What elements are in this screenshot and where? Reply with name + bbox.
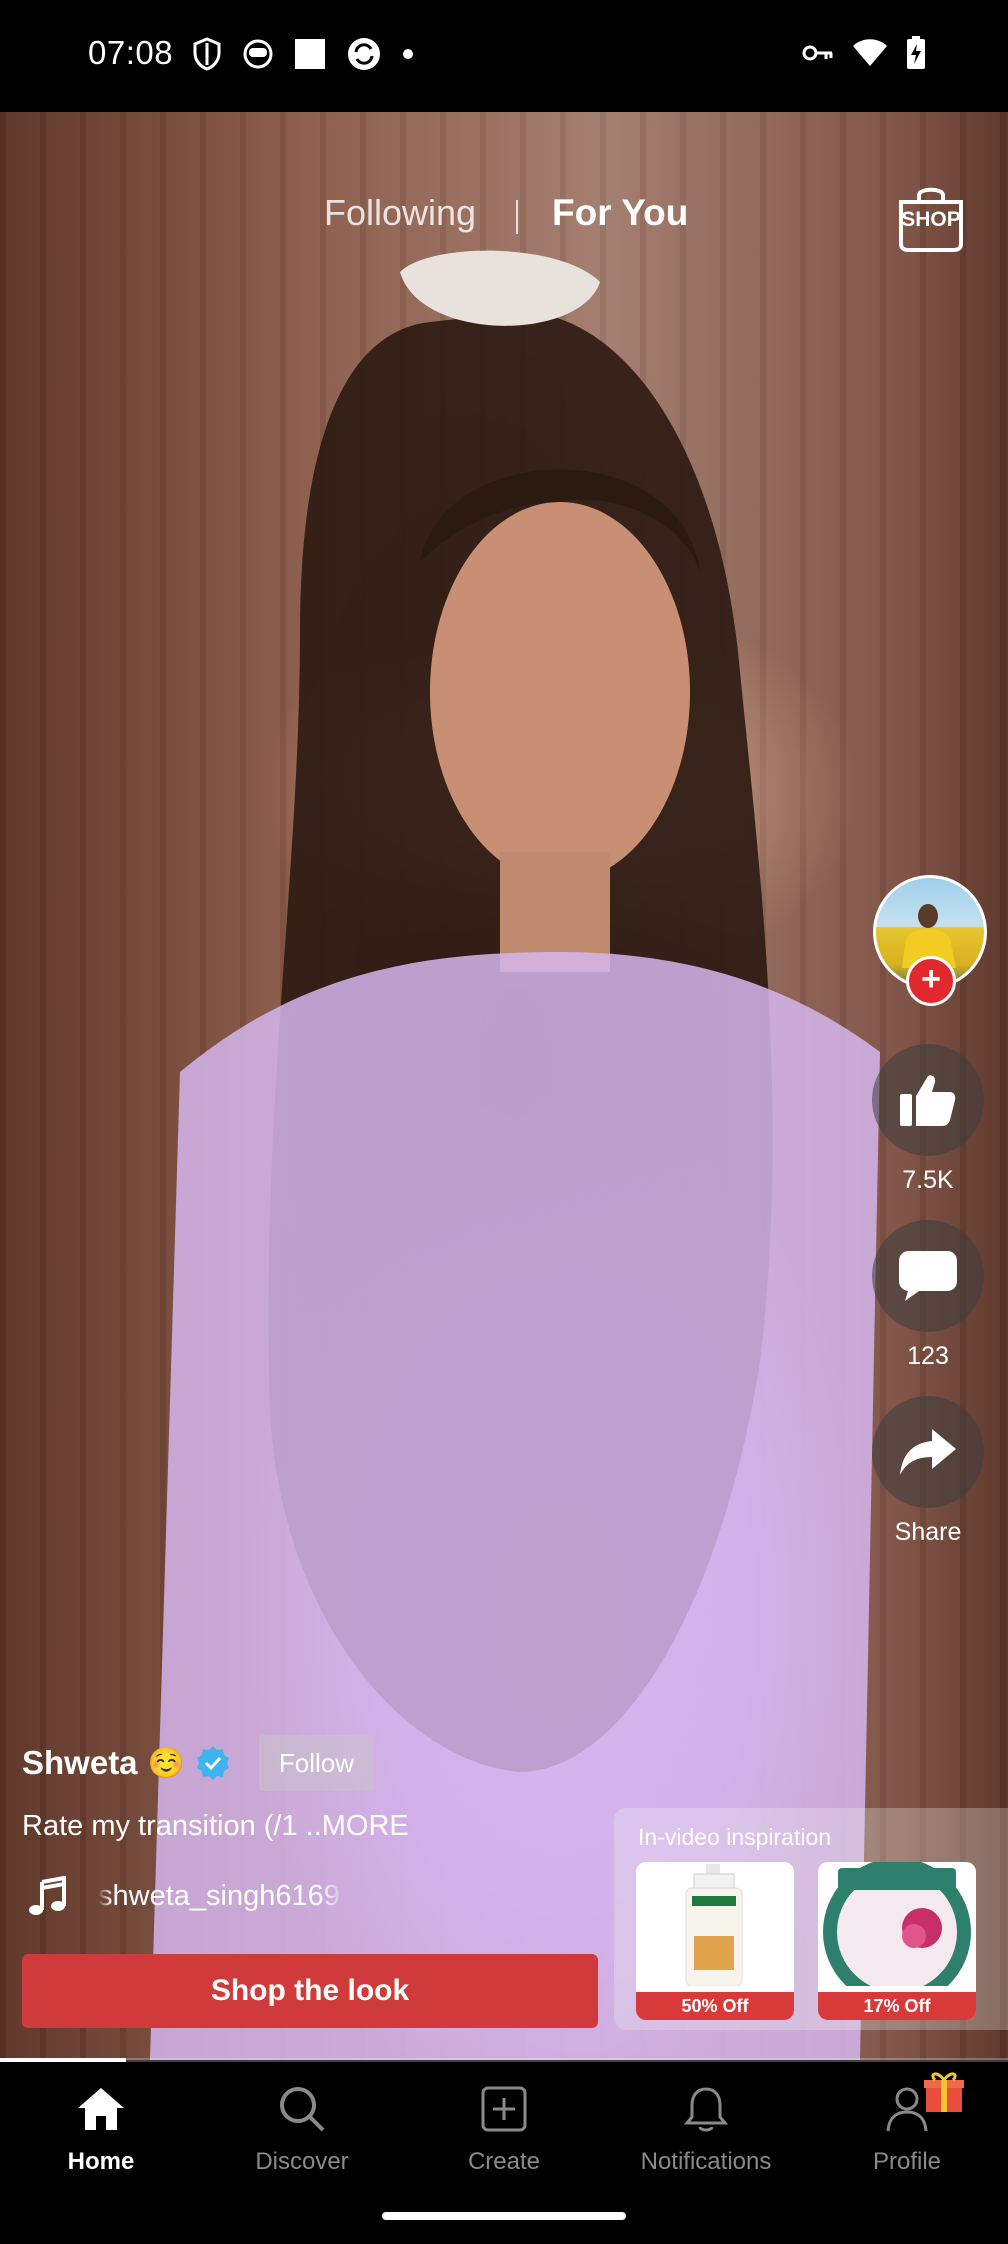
tab-following[interactable]: Following <box>324 192 476 234</box>
home-icon <box>78 2088 124 2130</box>
nav-create[interactable]: Create <box>424 2080 584 2176</box>
feed-tabs: Following For You <box>0 190 1008 250</box>
nav-notifications-label: Notifications <box>640 2148 772 2175</box>
status-time: 07:08 <box>88 34 174 71</box>
nav-profile-label: Profile <box>872 2148 942 2175</box>
sync-icon <box>348 38 380 70</box>
bell-icon <box>684 2087 728 2132</box>
product-discount-badge: 17% Off <box>818 1992 976 2020</box>
inspiration-title: In-video inspiration <box>638 1824 832 1850</box>
nav-profile[interactable]: Profile <box>827 2072 987 2176</box>
comment-button[interactable] <box>872 1220 984 1332</box>
music-title: shweta_singh6169 <box>98 1879 340 1912</box>
key-icon <box>802 45 833 61</box>
tab-for-you[interactable]: For You <box>552 192 688 234</box>
follow-plus-button[interactable]: + <box>906 956 956 1006</box>
music-note-icon <box>29 1876 66 1915</box>
nav-notifications[interactable]: Notifications <box>626 2080 786 2176</box>
video-caption[interactable]: Rate my transition (/1 ..MORE <box>22 1810 409 1843</box>
product-image-face-gel <box>823 1862 971 1986</box>
wifi-icon <box>853 39 887 66</box>
like-count: 7.5K <box>902 1166 954 1194</box>
face-icon <box>243 39 273 69</box>
thumbs-up-icon <box>900 1075 956 1126</box>
status-left-icons <box>192 36 414 72</box>
nav-discover-label: Discover <box>255 2148 349 2175</box>
shop-button[interactable]: SHOP <box>896 182 966 254</box>
product-card-1[interactable]: 50% Off <box>636 1862 794 2020</box>
comment-count: 123 <box>907 1342 949 1370</box>
dot-icon <box>403 49 413 59</box>
share-button[interactable] <box>872 1396 984 1508</box>
shield-icon <box>193 37 221 71</box>
creator-name[interactable]: Shweta <box>22 1744 138 1782</box>
music-row[interactable]: shweta_singh6169 <box>28 1876 348 1916</box>
gift-icon <box>924 2072 964 2112</box>
home-indicator[interactable] <box>382 2212 626 2220</box>
nav-home[interactable]: Home <box>21 2080 181 2176</box>
search-icon <box>280 2087 325 2132</box>
product-image-lotion <box>685 1864 743 1986</box>
shop-label: SHOP <box>901 208 961 231</box>
creator-row: Shweta ☺️ Follow <box>22 1735 375 1791</box>
share-arrow-icon <box>900 1429 956 1475</box>
follow-button[interactable]: Follow <box>258 1735 375 1791</box>
product-discount-badge: 50% Off <box>636 1992 794 2020</box>
comment-bubble-icon <box>899 1251 957 1301</box>
product-card-2[interactable]: 17% Off <box>818 1862 976 2020</box>
share-label: Share <box>894 1518 962 1546</box>
inspiration-panel: In-video inspiration 50% Off 17% Off <box>614 1808 1008 2030</box>
shop-the-look-button[interactable]: Shop the look <box>22 1954 598 2028</box>
nav-home-label: Home <box>67 2148 135 2175</box>
square-icon <box>295 39 325 69</box>
battery-charging-icon <box>907 36 925 69</box>
nav-create-label: Create <box>467 2148 541 2175</box>
status-right-icons <box>802 36 926 70</box>
creator-emoji: ☺️ <box>147 1746 185 1780</box>
verified-badge-icon <box>196 1746 229 1780</box>
tab-divider <box>516 200 518 234</box>
like-button[interactable] <box>872 1044 984 1156</box>
nav-discover[interactable]: Discover <box>222 2080 382 2176</box>
plus-square-icon <box>481 2086 527 2132</box>
status-bar: 07:08 <box>0 0 1008 112</box>
